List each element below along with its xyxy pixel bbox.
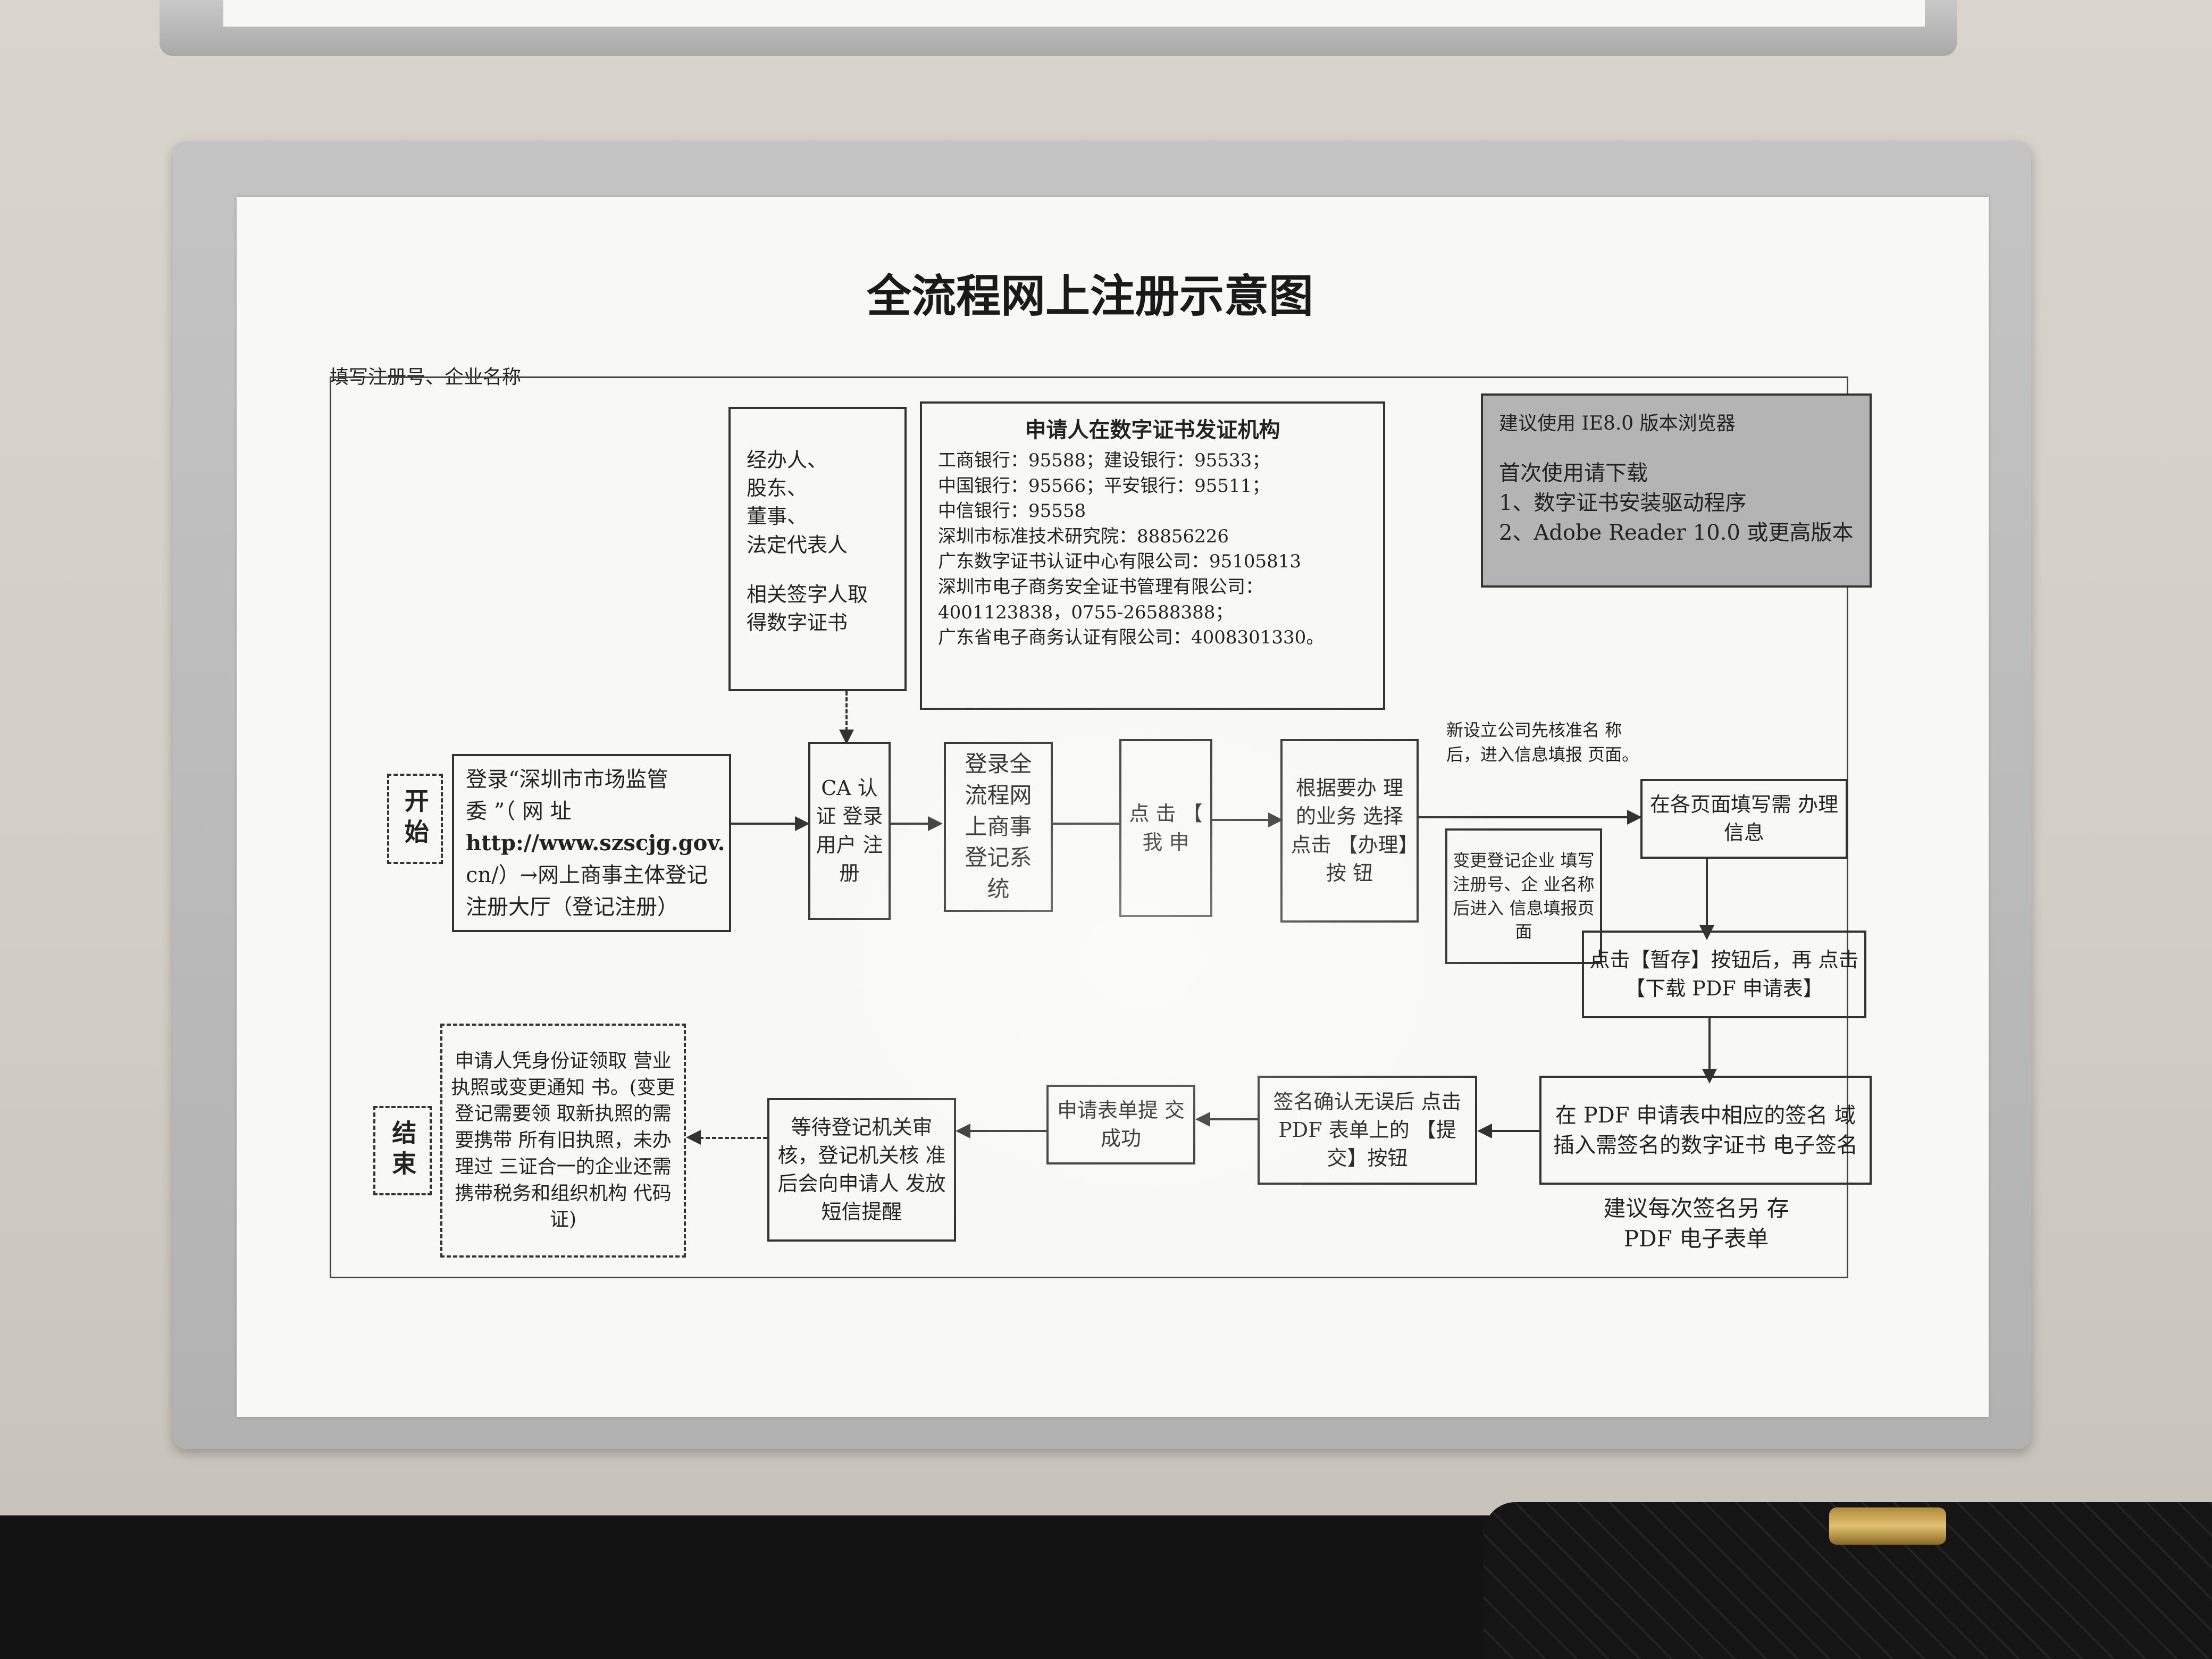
arrow-line (1212, 819, 1271, 821)
fill-pages-box: 在各页面填写需 办理信息 (1640, 779, 1848, 859)
login-line: cn/）→网上商事主体登记 (466, 862, 708, 887)
end-node: 结束 (373, 1106, 432, 1195)
ca-line: 广东数字证书认证中心有限公司：95105813 (938, 551, 1302, 573)
change-registration-box: 变更登记企业 填写注册号、企 业名称后进入 信息填报页面 (1445, 828, 1602, 964)
ca-login-box: CA 认证 登录 用户 注册 (808, 742, 891, 920)
browser-requirements-box: 建议使用 IE8.0 版本浏览器 首次使用请下载 1、数字证书安装驱动程序 2、… (1481, 393, 1872, 588)
arrow-line (731, 823, 795, 825)
arrow-line (970, 1130, 1046, 1132)
signer-line: 法定代表人 (747, 533, 848, 557)
ca-line: 4001123838，0755-26588388； (938, 601, 1234, 623)
wait-review-box: 等待登记机关审 核，登记机关核 准后会向申请人 发放短信提醒 (767, 1098, 956, 1242)
sign-note: 建议每次签名另 存 PDF 电子表单 (1603, 1195, 1789, 1252)
login-step-box: 登录“深圳市市场监管 委 ”（ 网 址 http://www.szscjg.go… (452, 754, 731, 932)
page-title: 全流程网上注册示意图 (866, 270, 1313, 322)
confirm-submit-box: 签名确认无误后 点击 PDF 表单上的 【提交】按钮 (1258, 1076, 1477, 1185)
dashed-connector (699, 1137, 767, 1139)
arrow-head (1477, 1124, 1492, 1138)
certificate-agencies-box: 申请人在数字证书发证机构 工商银行：95588；建设银行：95533； 中国银行… (920, 401, 1385, 710)
ca-box-title: 申请人在数字证书发证机构 (1025, 417, 1280, 442)
signer-line: 相关签字人取 (747, 582, 868, 606)
signer-line: 董事、 (747, 505, 808, 529)
login-line: 登录“深圳市市场监管 (466, 767, 668, 792)
arrow-line (1492, 1130, 1539, 1132)
arrow-line (1708, 1018, 1711, 1071)
arrow-head (1627, 810, 1642, 825)
bag-clasp (1829, 1507, 1946, 1545)
arrow-head (956, 1124, 970, 1138)
ca-line: 中信银行：95558 (938, 500, 1086, 522)
start-node: 开始 (387, 774, 443, 864)
choose-business-box: 根据要办 理的业务 选择点击 【办理】按 钮 (1280, 739, 1419, 923)
ca-line: 工商银行：95588；建设银行：95533； (938, 450, 1270, 471)
ca-line: 广东省电子商务认证有限公司：4008301330。 (938, 627, 1325, 649)
arrow-line (1419, 816, 1631, 818)
login-url: http://www.szscjg.gov. (466, 830, 725, 856)
arrow-head (1195, 1112, 1210, 1127)
arrow-line (1706, 859, 1708, 928)
browser-line: 2、Adobe Reader 10.0 或更高版本 (1499, 521, 1854, 546)
save-download-box: 点击【暂存】按钮后，再 点击【下载 PDF 申请表】 (1582, 931, 1866, 1018)
arrow-head (928, 816, 943, 831)
ca-line: 深圳市电子商务安全证书管理有限公司： (938, 576, 1263, 598)
login-line: 注册大厅（登记注册） (466, 894, 678, 919)
submit-success-box: 申请表单提 交成功 (1046, 1085, 1195, 1164)
arrow-line (891, 823, 931, 825)
signers-box: 经办人、 股东、 董事、 法定代表人 相关签字人取 得数字证书 (728, 407, 907, 691)
signer-line: 经办人、 (747, 448, 828, 472)
click-apply-box: 点 击 【 我 申 (1119, 739, 1212, 917)
arrow-line (1053, 823, 1119, 825)
new-company-note: 新设立公司先核准名 称后，进入信息填报 页面。 (1446, 720, 1639, 765)
system-login-box: 登录全 流程网 上商事 登记系 统 (944, 742, 1053, 912)
browser-line: 1、数字证书安装驱动程序 (1499, 491, 1747, 516)
signer-line: 股东、 (747, 476, 808, 500)
upper-sign-paper (223, 0, 1925, 27)
dashed-connector (845, 691, 848, 731)
ca-line: 中国银行：95566；平安银行：95511； (938, 475, 1270, 497)
arrow-head (795, 816, 810, 831)
login-line: 委 ”（ 网 址 (466, 799, 572, 824)
collect-license-box: 申请人凭身份证领取 营业执照或变更通知 书。(变更登记需要领 取新执照的需要携带… (440, 1024, 686, 1258)
browser-line: 建议使用 IE8.0 版本浏览器 (1499, 413, 1736, 434)
arrow-head (686, 1130, 701, 1145)
arrow-line (1210, 1118, 1258, 1120)
signer-line: 得数字证书 (747, 610, 848, 634)
browser-line: 首次使用请下载 (1499, 461, 1648, 486)
sign-insert-box: 在 PDF 申请表中相应的签名 域插入需签名的数字证书 电子签名 (1539, 1076, 1872, 1185)
ca-line: 深圳市标准技术研究院：88856226 (938, 525, 1229, 547)
